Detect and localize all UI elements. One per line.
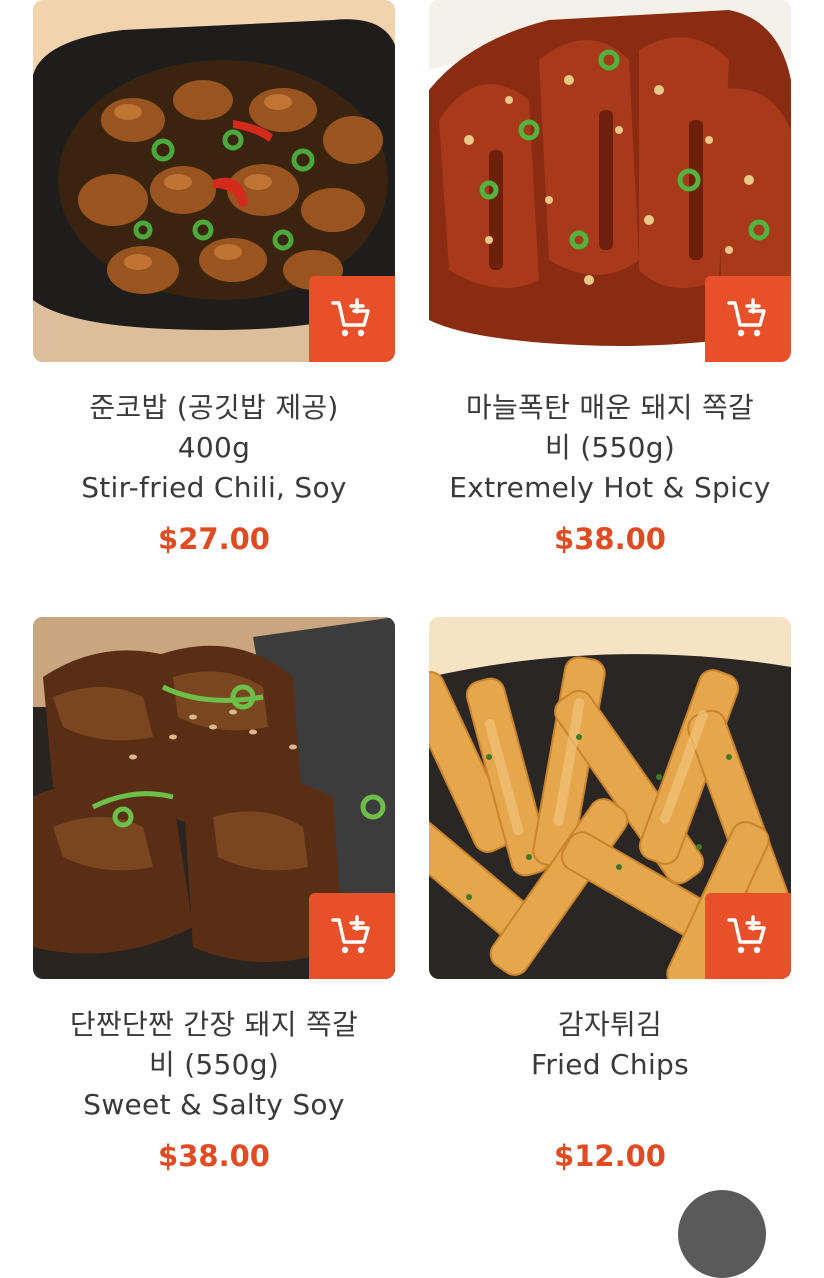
add-to-cart-icon	[331, 915, 370, 954]
menu-item-card[interactable]: 준코밥 (공깃밥 제공) 400g Stir-fried Chili, Soy …	[33, 0, 395, 556]
add-to-cart-button[interactable]	[705, 893, 791, 979]
menu-grid: 준코밥 (공깃밥 제공) 400g Stir-fried Chili, Soy …	[0, 0, 824, 1200]
floating-action-button[interactable]	[678, 1190, 766, 1278]
menu-item-name: 준코밥 (공깃밥 제공) 400g Stir-fried Chili, Soy	[33, 388, 395, 508]
menu-item-name-line: 단짠단짠 간장 돼지 쪽갈	[69, 1008, 359, 1041]
add-to-cart-button[interactable]	[309, 276, 395, 362]
menu-item-price: $38.00	[158, 1139, 270, 1173]
add-to-cart-icon	[727, 915, 766, 954]
menu-item-name-line: 400g	[177, 431, 251, 464]
menu-item-name: 감자튀김 Fried Chips	[429, 1005, 791, 1125]
menu-item-price: $12.00	[554, 1139, 666, 1173]
menu-item-photo[interactable]	[33, 0, 395, 362]
menu-item-name-line: 비 (550g)	[544, 431, 676, 464]
menu-item-name-line: Sweet & Salty Soy	[83, 1088, 345, 1121]
menu-item-name-spacer	[429, 1085, 791, 1125]
menu-item-card[interactable]: 마늘폭탄 매운 돼지 쪽갈 비 (550g) Extremely Hot & S…	[429, 0, 791, 556]
menu-item-photo[interactable]	[429, 0, 791, 362]
menu-item-name-line: 마늘폭탄 매운 돼지 쪽갈	[465, 391, 755, 424]
menu-item-name-line: Fried Chips	[531, 1048, 689, 1081]
menu-item-name: 단짠단짠 간장 돼지 쪽갈 비 (550g) Sweet & Salty Soy	[33, 1005, 395, 1125]
menu-item-name-line: 비 (550g)	[148, 1048, 280, 1081]
menu-item-photo[interactable]	[33, 617, 395, 979]
menu-item-photo[interactable]	[429, 617, 791, 979]
add-to-cart-button[interactable]	[705, 276, 791, 362]
menu-item-name-line: Stir-fried Chili, Soy	[81, 471, 347, 504]
add-to-cart-icon	[727, 298, 766, 337]
menu-item-name-line: 준코밥 (공깃밥 제공)	[89, 391, 339, 424]
add-to-cart-icon	[331, 298, 370, 337]
add-to-cart-button[interactable]	[309, 893, 395, 979]
menu-item-card[interactable]: 감자튀김 Fried Chips $12.00	[429, 617, 791, 1173]
menu-item-name-line: Extremely Hot & Spicy	[449, 471, 771, 504]
menu-item-price: $27.00	[158, 522, 270, 556]
menu-item-name-line: 감자튀김	[557, 1008, 663, 1041]
menu-item-price: $38.00	[554, 522, 666, 556]
menu-item-name: 마늘폭탄 매운 돼지 쪽갈 비 (550g) Extremely Hot & S…	[429, 388, 791, 508]
menu-item-card[interactable]: 단짠단짠 간장 돼지 쪽갈 비 (550g) Sweet & Salty Soy…	[33, 617, 395, 1173]
